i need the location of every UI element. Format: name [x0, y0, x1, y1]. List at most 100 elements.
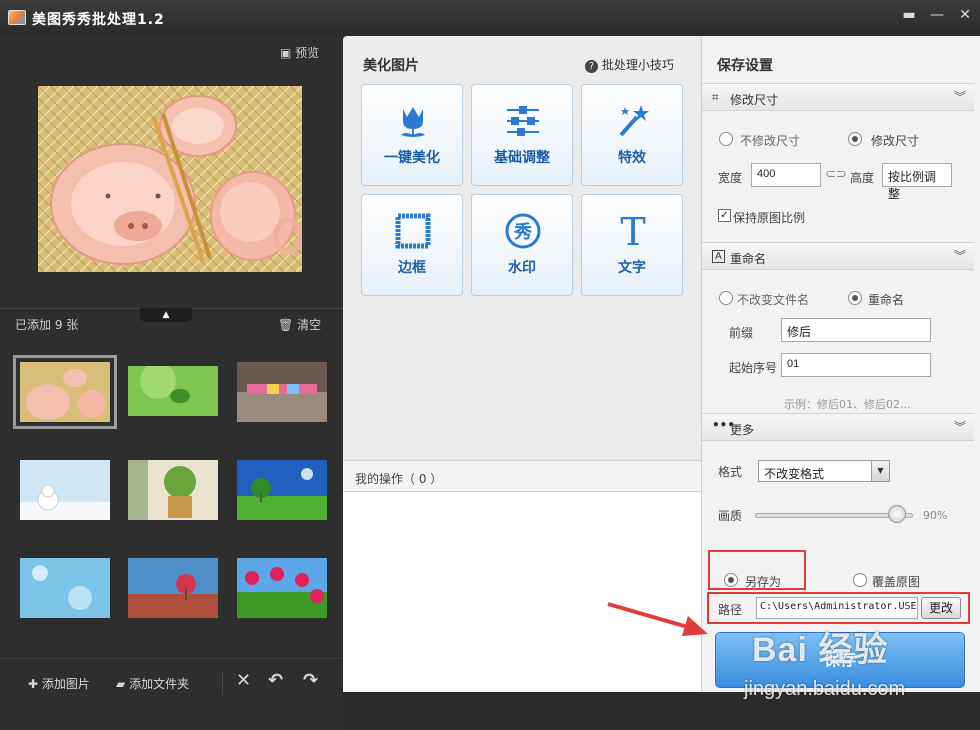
section-header-rename[interactable]: A 重命名 ︾	[702, 242, 974, 270]
tool-label: 特效	[618, 150, 646, 166]
quality-label: 画质	[718, 509, 743, 523]
radio-label: 重命名	[868, 293, 905, 307]
close-icon[interactable]: ✕	[952, 6, 978, 24]
window-title: 美图秀秀批处理1.2	[32, 12, 165, 28]
radio-label: 修改尺寸	[871, 134, 920, 148]
tool-label: 边框	[398, 260, 426, 276]
thumbnail[interactable]	[237, 362, 327, 422]
clear-button[interactable]: 🗑 清空	[278, 316, 321, 333]
tool-label: 基础调整	[494, 150, 550, 166]
thumbnail[interactable]	[128, 366, 218, 416]
magic-wand-icon	[619, 105, 649, 137]
quality-slider-handle[interactable]	[888, 505, 907, 523]
thumbnail[interactable]	[20, 460, 110, 520]
panel-title: 美化图片	[363, 58, 419, 74]
tulip-icon	[401, 107, 425, 137]
delete-icon[interactable]: ✕	[236, 670, 251, 691]
format-label: 格式	[718, 465, 743, 479]
tool-effects[interactable]: 特效	[581, 84, 683, 186]
watermark-icon: 秀	[505, 213, 541, 249]
width-label: 宽度	[718, 171, 743, 185]
section-label: 重命名	[730, 252, 767, 266]
annotation-arrow	[607, 602, 708, 636]
title-bar: 美图秀秀批处理1.2 ▬ — ✕	[0, 0, 980, 36]
radio-label: 不修改尺寸	[740, 134, 801, 148]
format-value: 不改变格式	[764, 467, 825, 481]
radio-label: 不改变文件名	[737, 293, 810, 307]
help-icon: ?	[585, 60, 598, 73]
radio-rename[interactable]	[848, 291, 862, 305]
start-number-label: 起始序号	[729, 361, 778, 375]
collapse-handle[interactable]: ▲	[140, 308, 192, 322]
chevron-down-icon: ︾	[953, 420, 966, 434]
left-footer: ✚ 添加图片 ▰ 添加文件夹 ✕ ↶ ↷	[0, 658, 343, 706]
thumbnail[interactable]	[237, 460, 327, 520]
format-select[interactable]: 不改变格式 ▼	[758, 460, 890, 482]
tool-one-click-beautify[interactable]: 一键美化	[361, 84, 463, 186]
chevron-down-icon: ▼	[871, 461, 889, 481]
folder-icon: ▰	[116, 677, 126, 691]
chevron-down-icon: ︾	[953, 90, 966, 104]
preview-button[interactable]: ▣ 预览	[280, 44, 319, 61]
height-label: 高度	[850, 171, 875, 185]
prefix-label: 前缀	[729, 326, 754, 340]
section-header-more[interactable]: ••• 更多 ︾	[702, 413, 974, 441]
width-input[interactable]: 400	[751, 163, 821, 187]
watermark-url: jingyan.baidu.com	[744, 678, 906, 700]
tool-frame[interactable]: 边框	[361, 194, 463, 296]
add-folder-label: 添加文件夹	[129, 677, 190, 691]
highlight-box	[708, 550, 806, 590]
added-count-label: 已添加 9 张	[15, 318, 79, 332]
radio-keep-size[interactable]	[719, 132, 733, 146]
baidu-watermark: Bai 经验 jingyan.baidu.com	[728, 600, 978, 720]
start-number-input[interactable]: 01	[781, 353, 931, 377]
tool-label: 水印	[508, 260, 536, 276]
radio-resize[interactable]	[848, 132, 862, 146]
tool-label: 文字	[618, 260, 646, 276]
watermark-logo: Bai 经验	[752, 631, 889, 669]
tips-label: 批处理小技巧	[601, 58, 674, 72]
clear-label: 清空	[297, 318, 322, 332]
preview-label: 预览	[295, 46, 320, 60]
trash-icon: 🗑	[278, 318, 294, 332]
thumbnail[interactable]	[128, 558, 218, 618]
left-panel: ▣ 预览 ▲ 已添加 9 张 🗑 清空 ✚ 添加图片 ▰ 添加文件夹 ✕ ↶ ↷	[0, 36, 343, 730]
thumbnail[interactable]	[20, 558, 110, 618]
my-operations-header: 我的操作（ 0 ）	[343, 460, 701, 492]
section-header-resize[interactable]: ⌗ 修改尺寸 ︾	[702, 83, 974, 111]
tool-watermark[interactable]: 秀 水印	[471, 194, 573, 296]
save-settings-panel: 保存设置 ⌗ 修改尺寸 ︾ 不修改尺寸 修改尺寸 宽度 400 ⊂⊃ 高度 按比…	[701, 36, 980, 692]
crop-icon: ⌗	[712, 90, 719, 104]
app-icon	[8, 10, 26, 25]
keep-ratio-checkbox[interactable]: ✓	[718, 209, 731, 222]
chat-icon[interactable]: ▬	[896, 6, 922, 24]
minimize-icon[interactable]: —	[924, 6, 950, 24]
radio-label: 覆盖原图	[872, 575, 921, 589]
height-input[interactable]: 按比例调整	[882, 163, 952, 201]
link-icon[interactable]: ⊂⊃	[825, 167, 847, 182]
prefix-input[interactable]: 修后	[781, 318, 931, 342]
radio-overwrite[interactable]	[853, 573, 867, 587]
add-folder-button[interactable]: ▰ 添加文件夹	[116, 675, 189, 692]
rotate-right-icon[interactable]: ↷	[303, 670, 318, 691]
add-image-label: 添加图片	[41, 677, 90, 691]
rename-example: 示例：修后01、修后02...	[784, 398, 911, 411]
radio-keep-filename[interactable]	[719, 291, 733, 305]
divider	[222, 671, 223, 695]
preview-image	[38, 86, 302, 272]
thumbnail[interactable]	[237, 558, 327, 618]
frame-icon	[395, 213, 431, 249]
section-label: 更多	[730, 423, 755, 437]
tips-link[interactable]: ? 批处理小技巧	[585, 56, 674, 73]
plus-icon: ✚	[28, 677, 39, 691]
rotate-left-icon[interactable]: ↶	[268, 670, 283, 691]
add-image-button[interactable]: ✚ 添加图片	[28, 675, 90, 692]
tool-text[interactable]: T 文字	[581, 194, 683, 296]
sliders-icon	[507, 106, 539, 136]
thumbnail[interactable]	[128, 460, 218, 520]
tool-basic-adjust[interactable]: 基础调整	[471, 84, 573, 186]
panel-title: 保存设置	[717, 58, 773, 74]
text-icon: T	[620, 211, 645, 251]
preview-icon: ▣	[280, 46, 292, 60]
thumbnail[interactable]	[13, 355, 117, 429]
